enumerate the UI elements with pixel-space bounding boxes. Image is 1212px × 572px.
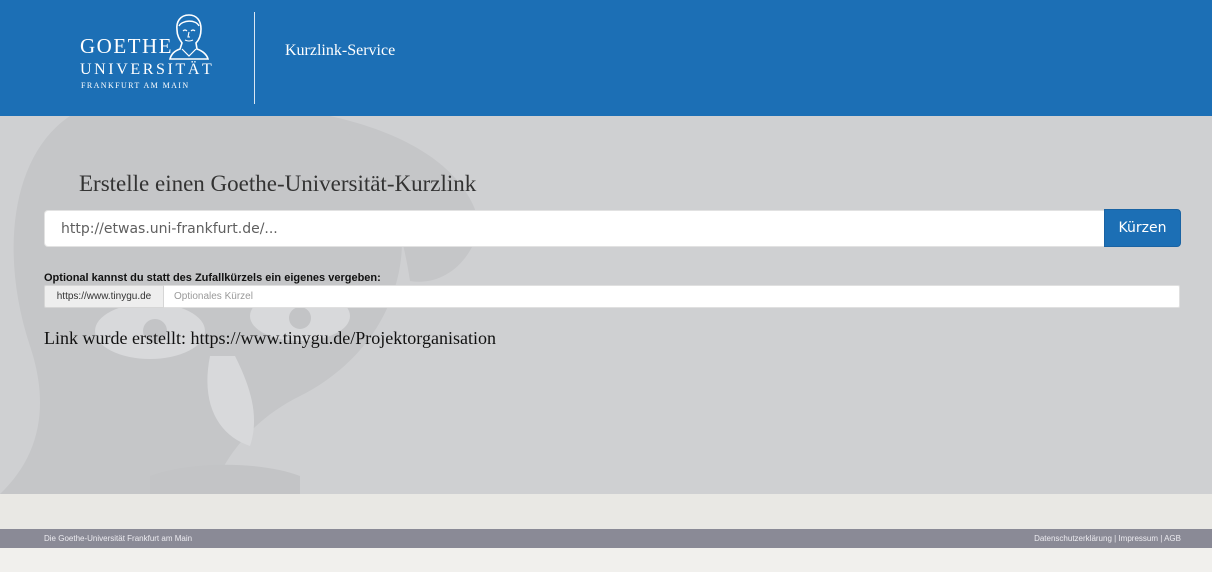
site-footer: Die Goethe-Universität Frankfurt am Main… xyxy=(0,529,1212,548)
header-divider xyxy=(254,12,255,104)
service-title[interactable]: Kurzlink-Service xyxy=(285,42,395,60)
pre-footer-band xyxy=(0,494,1212,529)
result-message: Link wurde erstellt: https://www.tinygu.… xyxy=(44,328,496,348)
goethe-university-logo[interactable]: GOETHE UNIVERSITÄT FRANKFURT AM MAIN xyxy=(80,10,212,100)
logo-text-universitaet: UNIVERSITÄT xyxy=(80,61,215,78)
logo-text-city: FRANKFURT AM MAIN xyxy=(81,81,190,90)
hero-section: Erstelle einen Goethe-Universität-Kurzli… xyxy=(0,116,1212,494)
goethe-portrait-logo-icon xyxy=(168,14,210,60)
bottom-strip xyxy=(0,548,1212,572)
optional-alias-label: Optional kannst du statt des Zufallkürze… xyxy=(44,272,381,284)
footer-privacy-link[interactable]: Datenschutzerklärung xyxy=(1034,534,1112,543)
footer-links: Datenschutzerklärung | Impressum | AGB xyxy=(1034,529,1181,548)
page-headline: Erstelle einen Goethe-Universität-Kurzli… xyxy=(79,171,477,196)
footer-imprint-link[interactable]: Impressum xyxy=(1118,534,1158,543)
site-header: GOETHE UNIVERSITÄT FRANKFURT AM MAIN Kur… xyxy=(0,0,1212,116)
shorten-button[interactable]: Kürzen xyxy=(1104,209,1181,247)
footer-university-link[interactable]: Die Goethe-Universität Frankfurt am Main xyxy=(44,529,192,548)
url-input[interactable] xyxy=(44,210,1104,247)
alias-input[interactable] xyxy=(164,285,1180,308)
alias-prefix-addon: https://www.tinygu.de xyxy=(44,285,164,308)
footer-terms-link[interactable]: AGB xyxy=(1164,534,1181,543)
logo-text-goethe: GOETHE xyxy=(80,34,173,58)
